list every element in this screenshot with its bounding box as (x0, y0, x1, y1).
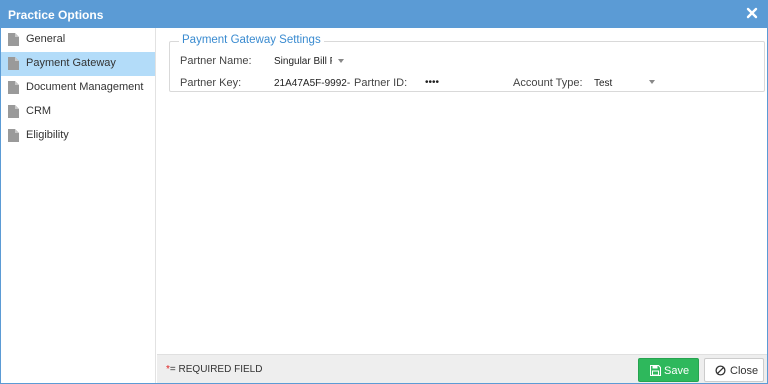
sidebar-item-payment-gateway[interactable]: Payment Gateway (1, 52, 155, 76)
document-icon (8, 33, 19, 46)
sidebar-item-crm[interactable]: CRM (1, 100, 155, 124)
save-button[interactable]: Save (638, 358, 699, 382)
ban-icon (715, 365, 726, 376)
partner-name-label: Partner Name: (180, 55, 252, 67)
sidebar-item-label: Document Management (26, 81, 144, 93)
chevron-down-icon[interactable] (338, 59, 344, 63)
practice-options-dialog: Practice Options General Payment Gateway… (0, 0, 768, 384)
save-button-label: Save (664, 365, 690, 377)
sidebar-item-eligibility[interactable]: Eligibility (1, 124, 155, 148)
sidebar-item-label: CRM (26, 105, 52, 117)
document-icon (8, 129, 19, 142)
account-type-label: Account Type: (513, 77, 583, 89)
payment-gateway-settings-group (169, 41, 765, 92)
document-icon (8, 105, 19, 118)
section-title: Payment Gateway Settings (179, 34, 324, 46)
close-icon[interactable] (745, 6, 759, 20)
sidebar-item-label: Payment Gateway (26, 57, 116, 69)
dialog-title: Practice Options (8, 8, 104, 22)
chevron-down-icon[interactable] (649, 80, 655, 84)
options-sidebar: General Payment Gateway Document Managem… (1, 28, 156, 383)
dialog-titlebar: Practice Options (1, 1, 767, 28)
sidebar-item-general[interactable]: General (1, 28, 155, 52)
sidebar-item-document-management[interactable]: Document Management (1, 76, 155, 100)
account-type-select[interactable]: Test (594, 78, 634, 89)
dialog-footer: *= REQUIRED FIELD Save Close (157, 354, 767, 383)
document-icon (8, 57, 19, 70)
sidebar-item-label: Eligibility (26, 129, 69, 141)
close-button[interactable]: Close (704, 358, 764, 382)
document-icon (8, 81, 19, 94)
partner-id-field[interactable]: •••• (425, 77, 465, 88)
partner-name-select[interactable]: Singular Bill P (274, 56, 332, 67)
required-text: = REQUIRED FIELD (169, 364, 263, 375)
partner-key-field[interactable]: 21A47A5F-9992-4 (274, 78, 350, 89)
close-button-label: Close (730, 365, 759, 377)
partner-key-label: Partner Key: (180, 77, 242, 89)
sidebar-item-label: General (26, 33, 66, 45)
partner-id-label: Partner ID: (354, 77, 408, 89)
required-field-note: *= REQUIRED FIELD (166, 364, 262, 375)
floppy-disk-icon (650, 365, 661, 376)
